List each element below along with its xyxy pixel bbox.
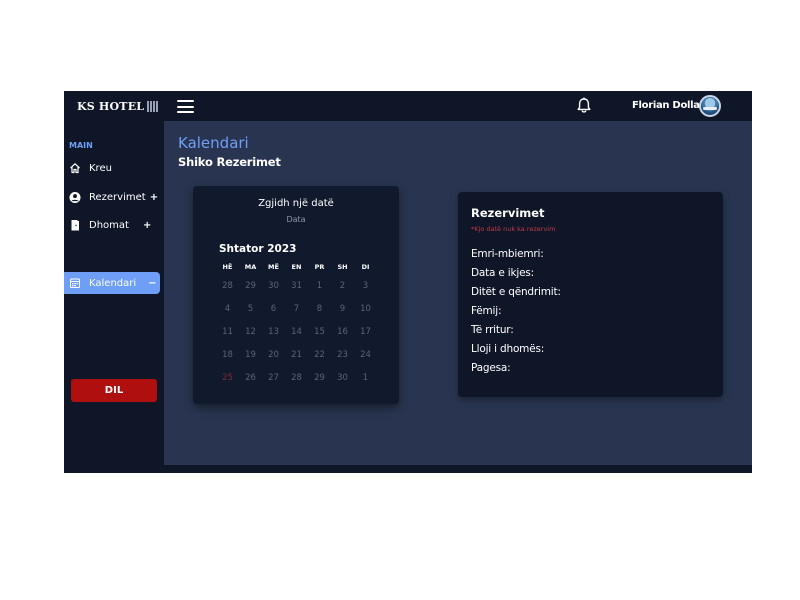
sidebar-item-kalendari[interactable]: Kalendari −: [64, 272, 160, 294]
calendar-day[interactable]: 29: [239, 281, 262, 291]
calendar-day[interactable]: 9: [331, 304, 354, 314]
calendar-day[interactable]: 24: [354, 350, 377, 360]
calendar-month-label[interactable]: Shtator 2023: [219, 243, 296, 255]
door-icon: [69, 219, 81, 231]
calendar-day[interactable]: 19: [239, 350, 262, 360]
calendar-icon: [69, 277, 81, 289]
calendar-day[interactable]: 5: [239, 304, 262, 314]
calendar-day[interactable]: 2: [331, 281, 354, 291]
sidebar: MAIN Kreu Rezervimet + Dhomat + Kalendar…: [64, 121, 164, 465]
notification-bell-icon[interactable]: [576, 97, 592, 114]
calendar-grid: HË MA MË EN PR SH DI 28 29 30 31 1 2 3 4 5 6 7 8 9 10 11 12 13 1…: [216, 260, 377, 389]
app-window: KS HOTEL Florian Dollani MAIN Kreu Rezer…: [64, 91, 752, 473]
calendar-day[interactable]: 14: [285, 327, 308, 337]
calendar-day[interactable]: 21: [285, 350, 308, 360]
calendar-day[interactable]: 4: [216, 304, 239, 314]
calendar-day[interactable]: 20: [262, 350, 285, 360]
calendar-day[interactable]: 27: [262, 373, 285, 383]
collapse-minus-icon[interactable]: −: [148, 278, 156, 289]
calendar-day[interactable]: 28: [216, 281, 239, 291]
calendar-day[interactable]: 22: [308, 350, 331, 360]
weekday-header-row: HË MA MË EN PR SH DI: [216, 260, 377, 274]
calendar-day[interactable]: 7: [285, 304, 308, 314]
hamburger-menu-icon[interactable]: [177, 100, 194, 113]
reservation-field-list: Emri-mbiemri: Data e ikjes: Ditët e qënd…: [471, 248, 561, 381]
calendar-day[interactable]: 25: [216, 373, 239, 383]
calendar-day[interactable]: 31: [285, 281, 308, 291]
home-icon: [69, 162, 81, 174]
field-departure-date: Data e ikjes:: [471, 267, 534, 279]
barcode-icon: [147, 100, 159, 112]
expand-plus-icon[interactable]: +: [150, 192, 158, 203]
weekday-label: MA: [244, 263, 257, 271]
weekday-label: MË: [268, 263, 279, 271]
brand-name: KS HOTEL: [77, 99, 145, 113]
logout-button[interactable]: DIL: [71, 379, 157, 402]
page-title: Kalendari: [178, 134, 249, 152]
field-stay-days: Ditët e qëndrimit:: [471, 286, 561, 298]
expand-plus-icon[interactable]: +: [143, 220, 151, 231]
reservation-card-title: Rezervimet: [471, 206, 545, 220]
field-payment: Pagesa:: [471, 362, 511, 374]
weekday-label: SH: [337, 263, 348, 271]
date-picker-card: Zgjidh një datë Data Shtator 2023 HË MA MË…: [193, 186, 399, 404]
calendar-day[interactable]: 8: [308, 304, 331, 314]
weekday-label: HË: [222, 263, 233, 271]
sidebar-item-label: Dhomat: [89, 219, 129, 231]
calendar-day[interactable]: 15: [308, 327, 331, 337]
calendar-day[interactable]: 1: [308, 281, 331, 291]
page-subtitle: Shiko Rezerimet: [178, 155, 281, 169]
field-guest-name: Emri-mbiemri:: [471, 248, 544, 260]
calendar-day[interactable]: 29: [308, 373, 331, 383]
calendar-day[interactable]: 26: [239, 373, 262, 383]
calendar-day[interactable]: 30: [331, 373, 354, 383]
field-children: Fëmij:: [471, 305, 502, 317]
sidebar-item-label: Kreu: [89, 162, 112, 174]
calendar-day[interactable]: 23: [331, 350, 354, 360]
calendar-day[interactable]: 10: [354, 304, 377, 314]
sidebar-item-dhomat[interactable]: Dhomat +: [64, 214, 160, 236]
date-picker-heading: Zgjidh një datë: [258, 198, 334, 209]
sidebar-item-rezervimet[interactable]: Rezervimet +: [64, 186, 160, 208]
calendar-day[interactable]: 1: [354, 373, 377, 383]
field-room-type: Lloji i dhomës:: [471, 343, 545, 355]
date-field-label: Data: [286, 215, 306, 224]
calendar-week-row: 4 5 6 7 8 9 10: [216, 297, 377, 320]
calendar-day[interactable]: 17: [354, 327, 377, 337]
sidebar-item-label: Kalendari: [89, 277, 137, 289]
user-circle-icon: [69, 191, 81, 203]
calendar-day[interactable]: 28: [285, 373, 308, 383]
calendar-week-row: 11 12 13 14 15 16 17: [216, 320, 377, 343]
calendar-week-row: 28 29 30 31 1 2 3: [216, 274, 377, 297]
no-reservation-note: *Kjo datë nuk ka rezervim: [471, 225, 556, 233]
avatar[interactable]: [699, 95, 721, 117]
weekday-label: PR: [314, 263, 325, 271]
calendar-day[interactable]: 11: [216, 327, 239, 337]
calendar-day[interactable]: 13: [262, 327, 285, 337]
calendar-day[interactable]: 16: [331, 327, 354, 337]
brand-logo[interactable]: KS HOTEL: [64, 91, 164, 121]
calendar-day[interactable]: 18: [216, 350, 239, 360]
reservation-details-card: Rezervimet *Kjo datë nuk ka rezervim Emr…: [458, 192, 723, 397]
calendar-day[interactable]: 30: [262, 281, 285, 291]
calendar-day[interactable]: 3: [354, 281, 377, 291]
calendar-day[interactable]: 12: [239, 327, 262, 337]
sidebar-item-kreu[interactable]: Kreu: [64, 157, 160, 179]
calendar-week-row: 25 26 27 28 29 30 1: [216, 366, 377, 389]
weekday-label: DI: [361, 263, 370, 271]
sidebar-section-label: MAIN: [69, 141, 93, 150]
weekday-label: EN: [291, 263, 302, 271]
top-bar: KS HOTEL Florian Dollani: [64, 91, 752, 121]
calendar-day[interactable]: 6: [262, 304, 285, 314]
sidebar-item-label: Rezervimet: [89, 191, 146, 203]
field-adults: Të rritur:: [471, 324, 514, 336]
bottom-strip: [64, 465, 752, 473]
calendar-week-row: 18 19 20 21 22 23 24: [216, 343, 377, 366]
